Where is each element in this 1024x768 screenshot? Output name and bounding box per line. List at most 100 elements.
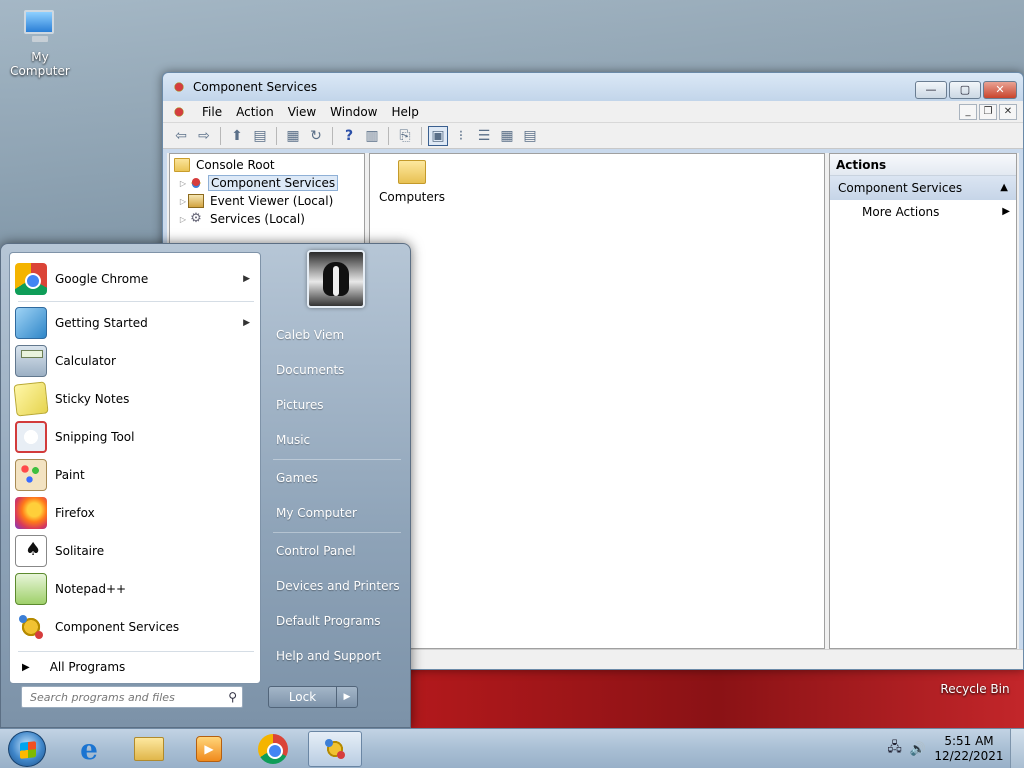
export-icon[interactable]: ⎘ — [395, 126, 415, 146]
start-item-firefox[interactable]: Firefox — [10, 495, 262, 531]
actions-header: Actions — [830, 154, 1016, 176]
folder-icon — [134, 737, 164, 761]
chevron-right-icon: ▶ — [243, 274, 250, 284]
all-programs-button[interactable]: ▶ All Programs — [10, 651, 262, 683]
start-menu-programs-pane: Google Chrome ▶ Getting Started ▶ Calcul… — [9, 252, 261, 684]
up-icon[interactable]: ⬆ — [227, 126, 247, 146]
action-more-actions[interactable]: More Actions ▶ — [830, 200, 1016, 224]
taskbar-internet-explorer[interactable]: e — [62, 731, 116, 767]
start-item-sticky-notes[interactable]: Sticky Notes — [10, 381, 262, 417]
expand-arrow-icon[interactable]: ▷ — [178, 179, 188, 188]
start-item-solitaire[interactable]: Solitaire — [10, 533, 262, 569]
start-right-user-name[interactable]: Caleb Viem — [267, 320, 403, 350]
system-tray: 🖧 🔊 5:51 AM 12/22/2021 — [887, 729, 1024, 768]
chevron-right-icon: ▶ — [243, 318, 250, 328]
media-player-icon: ▶ — [196, 736, 222, 762]
large-icons-view-icon[interactable]: ▣ — [428, 125, 448, 146]
start-button[interactable] — [8, 731, 46, 767]
maximize-button[interactable]: ▢ — [949, 81, 981, 99]
menu-action[interactable]: Action — [229, 105, 281, 119]
show-hide-tree-icon[interactable]: ▤ — [250, 126, 270, 146]
start-item-getting-started[interactable]: Getting Started ▶ — [10, 305, 262, 341]
component-services-icon — [188, 176, 204, 190]
start-right-devices-and-printers[interactable]: Devices and Printers — [267, 571, 403, 601]
component-services-icon — [321, 735, 349, 763]
toolbar: ⇦ ⇨ ⬆ ▤ ▦ ↻ ? ▥ ⎘ ▣ ⁝ ☰ ▦ ▤ — [163, 123, 1023, 149]
menu-help[interactable]: Help — [385, 105, 426, 119]
tree-item-console-root[interactable]: Console Root — [170, 156, 364, 174]
tree-item-event-viewer[interactable]: ▷ Event Viewer (Local) — [170, 192, 364, 210]
tree-item-services[interactable]: ▷ ⚙ Services (Local) — [170, 210, 364, 228]
folder-icon — [398, 160, 426, 184]
actions-section-label: Component Services — [838, 181, 963, 195]
menu-view[interactable]: View — [281, 105, 323, 119]
collapse-up-icon[interactable]: ▲ — [1000, 176, 1008, 200]
taskbar-windows-explorer[interactable] — [122, 731, 176, 767]
start-right-default-programs[interactable]: Default Programs — [267, 606, 403, 636]
start-item-calculator[interactable]: Calculator — [10, 343, 262, 379]
toolbar-separator — [220, 126, 221, 145]
item-computers[interactable]: Computers — [376, 160, 448, 204]
lock-button[interactable]: Lock ▶ — [268, 686, 358, 708]
desktop-icon-label: My Computer — [10, 50, 70, 78]
firefox-icon — [15, 497, 47, 529]
help-icon[interactable]: ? — [339, 126, 359, 146]
list-view-icon[interactable]: ☰ — [474, 126, 494, 146]
start-right-control-panel[interactable]: Control Panel — [267, 536, 403, 566]
window-titlebar[interactable]: Component Services — ▢ ✕ — [163, 73, 1023, 101]
start-right-my-computer[interactable]: My Computer — [267, 498, 403, 528]
start-item-notepad-plus-plus[interactable]: Notepad++ — [10, 571, 262, 607]
chrome-icon — [15, 263, 47, 295]
search-icon[interactable]: ⚲ — [228, 690, 237, 704]
search-input[interactable]: Search programs and files ⚲ — [21, 686, 243, 708]
clock-time: 5:51 AM — [944, 734, 994, 748]
refresh-icon[interactable]: ↻ — [306, 126, 326, 146]
search-placeholder: Search programs and files — [30, 690, 175, 704]
tree-item-component-services[interactable]: ▷ Component Services — [170, 174, 364, 192]
close-button[interactable]: ✕ — [983, 81, 1017, 99]
chevron-right-icon: ▶ — [22, 661, 30, 673]
actions-section-component-services[interactable]: Component Services ▲ — [830, 176, 1016, 200]
start-right-music[interactable]: Music — [267, 425, 403, 455]
start-right-pictures[interactable]: Pictures — [267, 390, 403, 420]
taskbar-component-services[interactable] — [308, 731, 362, 767]
lock-options-arrow-icon[interactable]: ▶ — [337, 687, 357, 707]
volume-icon[interactable]: 🔊 — [910, 742, 926, 757]
user-avatar[interactable] — [307, 250, 365, 308]
separator — [273, 532, 401, 533]
toolbar-separator — [276, 126, 277, 145]
minimize-button[interactable]: — — [915, 81, 947, 99]
taskbar-media-player[interactable]: ▶ — [182, 731, 236, 767]
small-icons-view-icon[interactable]: ⁝ — [451, 126, 471, 146]
solitaire-icon — [15, 535, 47, 567]
expand-arrow-icon[interactable]: ▷ — [178, 215, 188, 224]
component-services-icon[interactable] — [171, 103, 187, 120]
show-desktop-button[interactable] — [1010, 729, 1024, 768]
start-right-help-and-support[interactable]: Help and Support — [267, 641, 403, 671]
expand-arrow-icon[interactable]: ▷ — [178, 197, 188, 206]
taskbar-google-chrome[interactable] — [246, 731, 300, 767]
mdi-minimize-button[interactable]: _ — [959, 103, 977, 120]
start-right-games[interactable]: Games — [267, 463, 403, 493]
start-item-google-chrome[interactable]: Google Chrome ▶ — [10, 261, 262, 297]
menu-file[interactable]: File — [195, 105, 229, 119]
start-item-paint[interactable]: Paint — [10, 457, 262, 493]
start-item-snipping-tool[interactable]: Snipping Tool — [10, 419, 262, 455]
menu-window[interactable]: Window — [323, 105, 384, 119]
forward-icon[interactable]: ⇨ — [194, 126, 214, 146]
detail-view-icon[interactable]: ▦ — [497, 126, 517, 146]
network-icon[interactable]: 🖧 — [887, 738, 902, 760]
properties-icon[interactable]: ▦ — [283, 126, 303, 146]
back-icon[interactable]: ⇦ — [171, 126, 191, 146]
windows-logo-icon — [20, 741, 36, 759]
mdi-restore-button[interactable]: ❐ — [979, 103, 997, 120]
clock[interactable]: 5:51 AM 12/22/2021 — [934, 734, 1004, 764]
show-hide-action-pane-icon[interactable]: ▥ — [362, 126, 382, 146]
results-pane: Computers — [369, 153, 825, 649]
mdi-close-button[interactable]: ✕ — [999, 103, 1017, 120]
start-right-documents[interactable]: Documents — [267, 355, 403, 385]
desktop-icon-my-computer[interactable]: My Computer — [0, 8, 80, 78]
internet-explorer-icon: e — [80, 732, 98, 766]
configure-icon[interactable]: ▤ — [520, 126, 540, 146]
start-item-component-services[interactable]: Component Services — [10, 609, 262, 645]
